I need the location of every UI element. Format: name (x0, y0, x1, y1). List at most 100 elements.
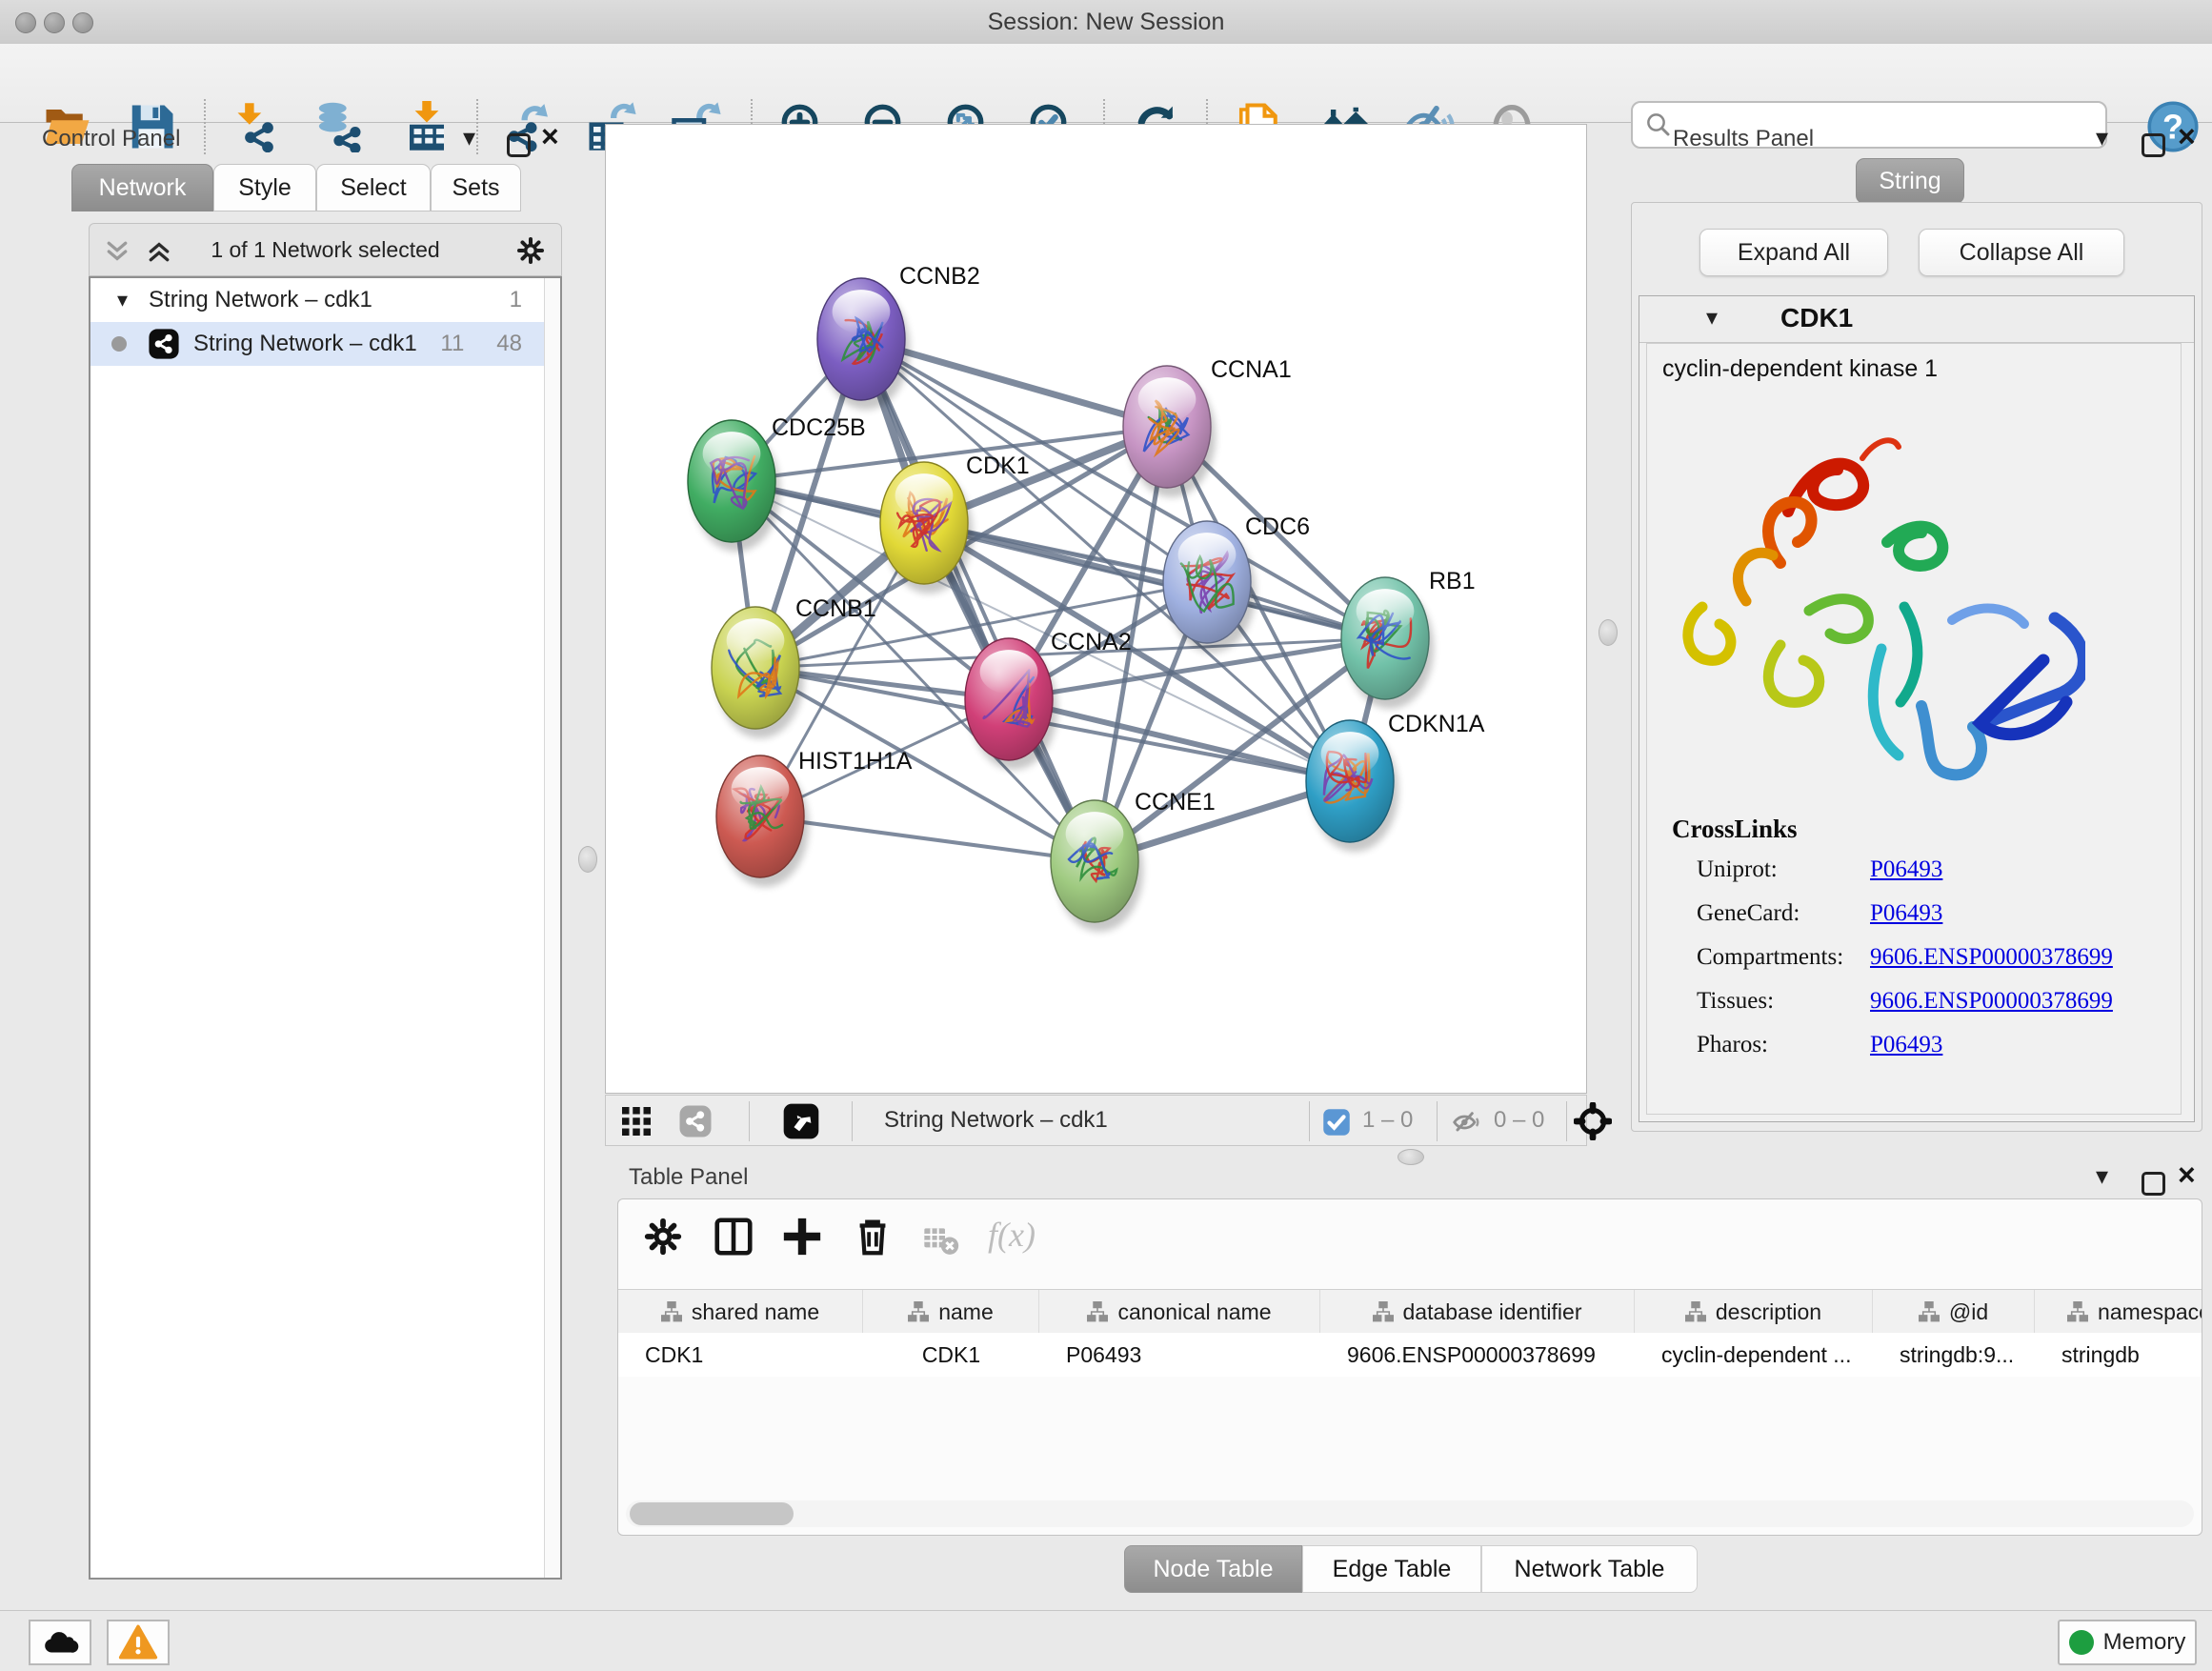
import-network-file-icon[interactable] (233, 101, 285, 152)
crosslink-uniprot-link[interactable]: P06493 (1870, 856, 1942, 883)
selected-node-edge-counts: 1 – 0 (1362, 1107, 1413, 1134)
delete-table-icon (921, 1220, 959, 1258)
network-node-CCNB2[interactable]: CCNB2 (817, 263, 980, 410)
control-panel-close-icon[interactable]: × (541, 126, 559, 147)
network-tree-item-row[interactable]: String Network – cdk1 11 48 (90, 322, 560, 366)
network-tree: ▾ String Network – cdk1 1 String Network… (89, 276, 562, 1580)
results-panel-close-icon[interactable]: × (2178, 126, 2196, 147)
cell-description[interactable]: cyclin-dependent ... (1635, 1333, 1873, 1377)
network-node-CCNE1[interactable]: CCNE1 (1051, 789, 1216, 932)
network-node-CDC25B[interactable]: CDC25B (688, 414, 866, 552)
crosslink-pharos-link[interactable]: P06493 (1870, 1032, 1942, 1058)
warnings-button[interactable] (107, 1620, 170, 1665)
network-node-RB1[interactable]: RB1 (1341, 568, 1476, 709)
tab-network-table[interactable]: Network Table (1481, 1545, 1698, 1593)
delete-column-icon[interactable] (851, 1215, 895, 1258)
crosslink-genecard-link[interactable]: P06493 (1870, 900, 1942, 927)
network-edge[interactable] (924, 523, 1385, 638)
cell-name[interactable]: CDK1 (863, 1333, 1039, 1377)
memory-button[interactable]: Memory (2058, 1620, 2197, 1665)
table-panel-maximize-icon[interactable] (2142, 1172, 2165, 1196)
expand-all-button[interactable]: Expand All (1699, 229, 1888, 276)
table-horizontal-scrollbar[interactable] (626, 1500, 2194, 1527)
window-title: Session: New Session (0, 9, 2212, 36)
tab-node-table[interactable]: Node Table (1124, 1545, 1302, 1593)
table-panel-close-icon[interactable]: × (2178, 1164, 2196, 1185)
network-options-gear-icon[interactable] (515, 235, 546, 266)
tab-select[interactable]: Select (316, 164, 431, 211)
network-edge[interactable] (760, 816, 1095, 861)
table-options-gear-icon[interactable] (641, 1215, 685, 1258)
scrollbar-thumb[interactable] (630, 1502, 794, 1525)
selected-checkbox-icon[interactable] (1322, 1108, 1351, 1137)
share-view-icon[interactable] (678, 1104, 713, 1138)
node-table-box: f(x) shared name name canonical name dat… (617, 1198, 2202, 1536)
table-panel-float-icon[interactable]: ▾ (2096, 1166, 2108, 1185)
gene-collapse-icon[interactable]: ▾ (1706, 304, 1718, 332)
control-panel-float-icon[interactable]: ▾ (463, 128, 475, 147)
tree-scrollbar[interactable] (544, 278, 560, 1578)
network-node-CDKN1A[interactable]: CDKN1A (1306, 711, 1485, 852)
column-header-namespace[interactable]: namespace (2035, 1290, 2202, 1334)
results-panel-maximize-icon[interactable] (2142, 133, 2165, 157)
show-columns-icon[interactable] (712, 1215, 755, 1258)
column-header-description[interactable]: description (1635, 1290, 1873, 1334)
grid-view-icon[interactable] (619, 1104, 654, 1138)
string-network-graph[interactable]: CCNB2CCNA1CDC25BCDK1CDC6RB1CCNB1CCNA2CDK… (606, 125, 1586, 1093)
tab-edge-table[interactable]: Edge Table (1302, 1545, 1481, 1593)
import-table-icon[interactable] (401, 101, 452, 152)
protein-structure-image (1666, 420, 2085, 801)
column-header-id[interactable]: @id (1873, 1290, 2035, 1334)
cell-canonical-name[interactable]: P06493 (1039, 1333, 1320, 1377)
toolbar-separator (476, 99, 478, 154)
crosslink-label: Compartments: (1697, 944, 1843, 971)
tab-sets[interactable]: Sets (431, 164, 521, 211)
column-header-shared-name[interactable]: shared name (618, 1290, 863, 1334)
tree-collapse-icon[interactable]: ▾ (117, 288, 128, 312)
cell-database-identifier[interactable]: 9606.ENSP00000378699 (1320, 1333, 1635, 1377)
network-list-toolbar: 1 of 1 Network selected (89, 223, 562, 276)
right-splitter-handle[interactable] (1599, 619, 1618, 646)
results-panel-title: Results Panel (1673, 126, 1814, 152)
network-node-CCNA1[interactable]: CCNA1 (1123, 356, 1292, 497)
column-header-name[interactable]: name (863, 1290, 1039, 1334)
import-network-database-icon[interactable] (313, 101, 365, 152)
network-node-CCNA2[interactable]: CCNA2 (965, 629, 1132, 770)
cell-namespace[interactable]: stringdb (2035, 1333, 2202, 1377)
table-row[interactable]: CDK1 CDK1 P06493 9606.ENSP00000378699 cy… (618, 1333, 2202, 1377)
hidden-eye-icon (1452, 1107, 1482, 1137)
gene-section-header[interactable]: ▾ CDK1 (1639, 296, 2194, 343)
search-icon (1644, 111, 1673, 139)
bottom-splitter-handle[interactable] (1398, 1149, 1424, 1165)
column-header-database-identifier[interactable]: database identifier (1320, 1290, 1635, 1334)
network-node-CCNB1[interactable]: CCNB1 (712, 595, 876, 738)
node-label: CCNA1 (1211, 356, 1292, 383)
tab-network[interactable]: Network (71, 164, 213, 211)
crosslink-label: Uniprot: (1697, 856, 1778, 883)
function-builder-icon: f(x) (988, 1215, 1036, 1255)
network-canvas[interactable]: CCNB2CCNA1CDC25BCDK1CDC6RB1CCNB1CCNA2CDK… (605, 124, 1587, 1094)
network-view-toolbar: String Network – cdk1 1 – 0 0 – 0 (605, 1095, 1587, 1146)
network-tree-root-row[interactable]: ▾ String Network – cdk1 1 (90, 278, 560, 322)
cell-shared-name[interactable]: CDK1 (618, 1333, 863, 1377)
gene-description: cyclin-dependent kinase 1 (1662, 355, 1938, 383)
gene-name: CDK1 (1780, 303, 1853, 333)
create-column-icon[interactable] (780, 1215, 824, 1258)
cell-id[interactable]: stringdb:9... (1873, 1333, 2035, 1377)
network-node-HIST1H1A[interactable]: HIST1H1A (716, 748, 913, 887)
crosslink-compartments-link[interactable]: 9606.ENSP00000378699 (1870, 944, 2113, 971)
cloud-status-button[interactable] (29, 1620, 91, 1665)
column-header-canonical-name[interactable]: canonical name (1039, 1290, 1320, 1334)
toolbar-divider (852, 1101, 853, 1141)
control-panel-maximize-icon[interactable] (507, 133, 531, 157)
results-panel-float-icon[interactable]: ▾ (2096, 128, 2108, 147)
table-panel-title: Table Panel (629, 1164, 748, 1191)
tab-string[interactable]: String (1856, 158, 1964, 204)
birds-eye-view-icon[interactable] (782, 1102, 820, 1140)
collapse-all-button[interactable]: Collapse All (1919, 229, 2124, 276)
tab-style[interactable]: Style (213, 164, 316, 211)
crosslink-tissues-link[interactable]: 9606.ENSP00000378699 (1870, 988, 2113, 1015)
string-network-icon (148, 328, 180, 360)
crosshair-icon[interactable] (1574, 1102, 1612, 1140)
left-splitter-handle[interactable] (578, 846, 597, 873)
